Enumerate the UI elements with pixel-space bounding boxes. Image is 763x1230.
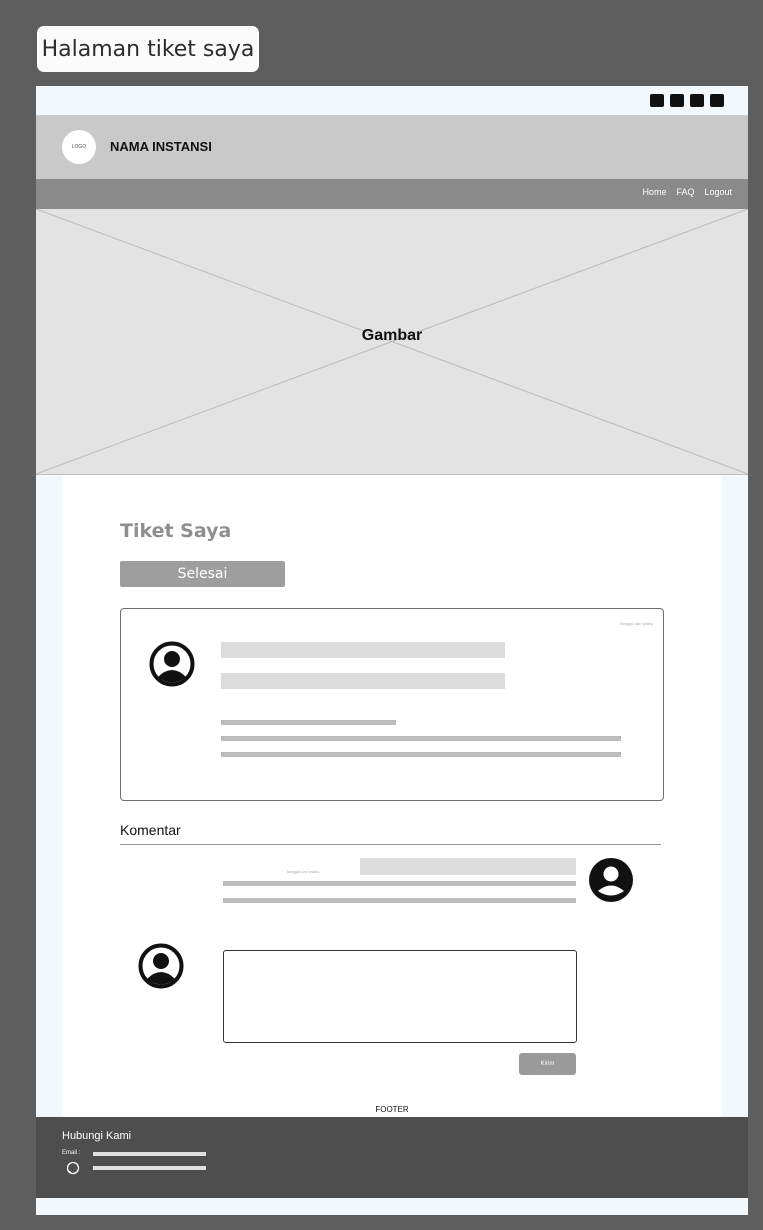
- page-frame: LOGO NAMA INSTANSI Home FAQ Logout Gamba…: [36, 86, 748, 1215]
- contact-title: Hubungi Kami: [62, 1130, 132, 1142]
- social-icons: [650, 94, 724, 107]
- brand-name: NAMA INSTANSI: [110, 139, 212, 154]
- phone-value-placeholder: [93, 1166, 206, 1170]
- commenter-avatar-icon: [589, 858, 633, 902]
- youtube-icon[interactable]: [650, 94, 664, 107]
- page-title: Tiket Saya: [120, 520, 232, 542]
- main-content: Tiket Saya Selesai Tanggal dan waktu Kom…: [62, 475, 722, 1117]
- email-label: Email :: [62, 1150, 81, 1156]
- nav-faq-link[interactable]: FAQ: [676, 187, 694, 197]
- comment-text-line: [223, 881, 576, 886]
- navbar: Home FAQ Logout: [36, 179, 748, 209]
- ticket-text-line: [221, 720, 396, 725]
- ticket-card[interactable]: Tanggal dan waktu: [120, 608, 664, 801]
- ticket-text-line: [221, 736, 621, 741]
- comment-date: Tanggal dan waktu: [286, 869, 320, 874]
- ticket-subtitle-placeholder: [221, 673, 505, 689]
- comments-heading: Komentar: [120, 822, 181, 838]
- hero-image-placeholder: Gambar: [36, 209, 748, 475]
- twitter-icon[interactable]: [670, 94, 684, 107]
- comment-textarea[interactable]: [223, 950, 577, 1043]
- whatsapp-icon[interactable]: [66, 1161, 80, 1175]
- current-user-avatar-icon: [138, 943, 184, 989]
- comments-divider: [120, 844, 661, 845]
- comment-title-placeholder: [360, 858, 576, 875]
- footer-label: FOOTER: [375, 1105, 409, 1114]
- logo[interactable]: LOGO: [62, 130, 96, 164]
- user-avatar-icon: [149, 641, 195, 687]
- comment-text-line: [223, 898, 576, 903]
- site-footer: Hubungi Kami Email :: [36, 1117, 748, 1198]
- instagram-icon[interactable]: [690, 94, 704, 107]
- ticket-text-line: [221, 752, 621, 757]
- email-value-placeholder: [93, 1152, 206, 1156]
- ticket-date: Tanggal dan waktu: [619, 621, 653, 626]
- site-header: LOGO NAMA INSTANSI: [36, 115, 748, 179]
- nav-logout-link[interactable]: Logout: [704, 187, 732, 197]
- nav-home-link[interactable]: Home: [642, 187, 666, 197]
- mail-icon[interactable]: [710, 94, 724, 107]
- page-frame-title: Halaman tiket saya: [37, 26, 259, 72]
- ticket-title-placeholder: [221, 642, 505, 658]
- hero-label: Gambar: [361, 327, 423, 344]
- status-button[interactable]: Selesai: [120, 561, 285, 587]
- nav-menu: Home FAQ Logout: [642, 187, 732, 197]
- send-button[interactable]: Kirim: [519, 1053, 576, 1075]
